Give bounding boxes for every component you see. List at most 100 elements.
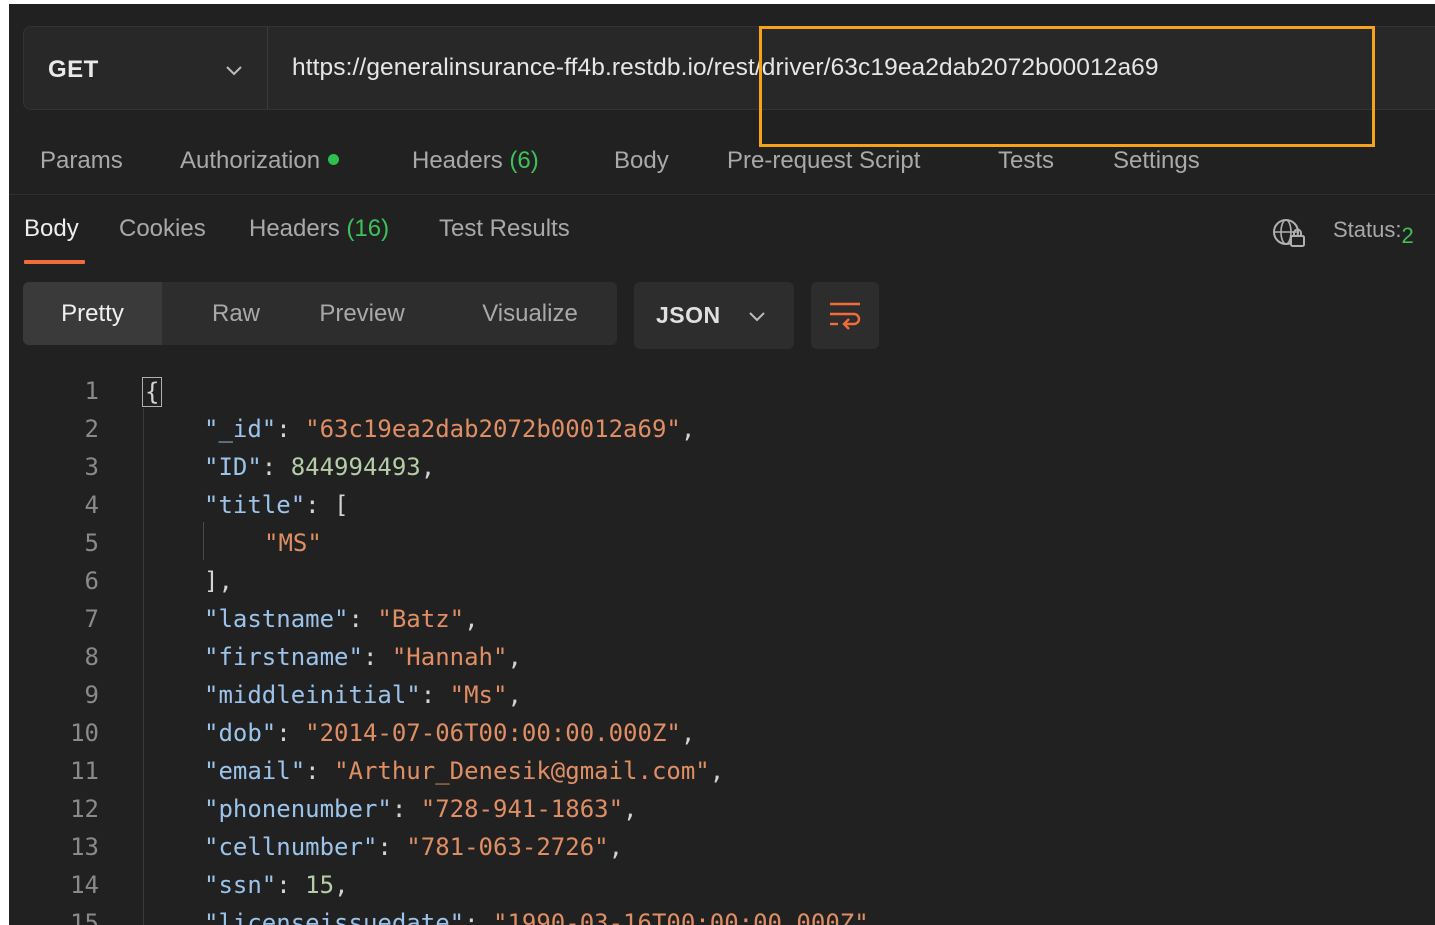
- json-string: "1990-03-16T00:00:00.000Z": [493, 909, 869, 925]
- code-line: 8 "firstname": "Hannah",: [9, 637, 1435, 675]
- json-key: "ID": [204, 453, 262, 481]
- format-label: JSON: [656, 302, 721, 328]
- json-key: "middleinitial": [204, 681, 421, 709]
- url-input[interactable]: https://generalinsurance-ff4b.restdb.io/…: [292, 54, 1159, 82]
- json-key: "licenseissuedate": [204, 909, 465, 925]
- view-pretty-button[interactable]: Pretty: [23, 282, 162, 345]
- url-bar: GET https://generalinsurance-ff4b.restdb…: [23, 26, 1435, 147]
- json-key: "phonenumber": [204, 795, 392, 823]
- tab-headers[interactable]: Headers (6): [412, 147, 539, 175]
- view-mode-switch: Pretty Raw Preview Visualize: [23, 282, 617, 345]
- json-string: "781-063-2726": [406, 833, 609, 861]
- code-line: 1 {: [9, 371, 1435, 409]
- response-tab-body[interactable]: Body: [24, 215, 79, 243]
- view-raw-button[interactable]: Raw: [181, 282, 291, 345]
- json-punc: ,: [334, 871, 349, 899]
- view-preview-button[interactable]: Preview: [302, 282, 422, 345]
- code-line: 6 ],: [9, 561, 1435, 599]
- code-text: "ssn": 15,: [204, 871, 349, 899]
- json-punc: ,: [709, 757, 725, 785]
- code-text: "email": "Arthur_Denesik@gmail.com",: [204, 757, 724, 785]
- tab-params[interactable]: Params: [40, 147, 123, 175]
- tab-settings[interactable]: Settings: [1113, 147, 1200, 175]
- json-sep: :: [276, 871, 306, 899]
- wrap-lines-button[interactable]: [811, 282, 879, 349]
- chevron-down-icon: [749, 312, 765, 322]
- tab-label: Authorization: [180, 147, 321, 174]
- json-punc: ,: [420, 453, 436, 481]
- postman-window: GET https://generalinsurance-ff4b.restdb…: [9, 4, 1435, 925]
- code-text: "MS": [264, 529, 322, 557]
- code-text: "phonenumber": "728-941-1863",: [204, 795, 638, 823]
- code-line: 14 "ssn": 15,: [9, 865, 1435, 903]
- json-punc: [: [334, 491, 349, 519]
- json-key: "_id": [204, 415, 277, 443]
- json-key: "firstname": [204, 643, 363, 671]
- response-tab-test-results[interactable]: Test Results: [439, 215, 570, 243]
- tab-label: Tests: [998, 147, 1055, 174]
- code-text: "_id": "63c19ea2dab2072b00012a69",: [204, 415, 695, 443]
- line-number: 5: [84, 529, 99, 557]
- json-string: "63c19ea2dab2072b00012a69": [305, 415, 681, 443]
- json-sep: :: [276, 415, 306, 443]
- method-label: GET: [48, 56, 99, 83]
- json-sep: :: [362, 643, 392, 671]
- line-number: 10: [70, 719, 99, 747]
- code-text: "middleinitial": "Ms",: [204, 681, 522, 709]
- tab-label: Cookies: [119, 215, 206, 242]
- code-line: 11 "email": "Arthur_Denesik@gmail.com",: [9, 751, 1435, 789]
- method-select[interactable]: GET: [24, 27, 268, 109]
- code-text: "title": [: [204, 491, 349, 519]
- line-number: 15: [70, 909, 99, 925]
- code-line: 2 "_id": "63c19ea2dab2072b00012a69",: [9, 409, 1435, 447]
- tab-label: Pre-request Script: [727, 147, 921, 174]
- response-tab-headers[interactable]: Headers (16): [249, 215, 389, 243]
- tab-label: Body: [24, 215, 79, 242]
- json-punc: ,: [680, 415, 696, 443]
- view-visualize-button[interactable]: Visualize: [470, 282, 590, 345]
- response-tabs: Body Cookies Headers (16) Test Results S…: [9, 198, 1435, 270]
- json-sep: :: [276, 719, 306, 747]
- code-text: "licenseissuedate": "1990-03-16T00:00:00…: [204, 909, 869, 925]
- json-sep: :: [305, 491, 335, 519]
- json-number: 844994493: [290, 453, 421, 481]
- json-punc: ,: [608, 833, 624, 861]
- wrap-lines-icon: [830, 302, 861, 330]
- tab-label: Headers: [249, 215, 347, 242]
- json-key: "ssn": [204, 871, 277, 899]
- json-key: "cellnumber": [204, 833, 378, 861]
- json-sep: :: [391, 795, 421, 823]
- code-line: 12 "phonenumber": "728-941-1863",: [9, 789, 1435, 827]
- json-string: "MS": [264, 529, 322, 557]
- json-sep: :: [348, 605, 378, 633]
- json-punc: ,: [680, 719, 696, 747]
- line-number: 13: [70, 833, 99, 861]
- tab-tests[interactable]: Tests: [998, 147, 1054, 175]
- response-body-editor[interactable]: 1 { 2 "_id": "63c19ea2dab2072b00012a69",…: [9, 366, 1435, 925]
- json-string: "2014-07-06T00:00:00.000Z": [305, 719, 681, 747]
- active-tab-underline: [24, 260, 85, 264]
- json-sep: :: [464, 909, 493, 925]
- line-number: 8: [84, 643, 99, 671]
- tab-label: Headers: [412, 147, 510, 174]
- globe-lock-icon[interactable]: [1271, 216, 1307, 250]
- json-string: "Arthur_Denesik@gmail.com": [334, 757, 710, 785]
- json-string: "Batz": [377, 605, 465, 633]
- tab-count: (16): [346, 215, 390, 242]
- tab-pre-request-script[interactable]: Pre-request Script: [727, 147, 920, 175]
- response-tab-cookies[interactable]: Cookies: [119, 215, 206, 243]
- format-select[interactable]: JSON: [634, 282, 794, 349]
- json-punc: ,: [464, 605, 479, 633]
- code-text: ],: [204, 567, 233, 595]
- code-line: 10 "dob": "2014-07-06T00:00:00.000Z",: [9, 713, 1435, 751]
- tab-authorization[interactable]: Authorization: [180, 147, 340, 175]
- tab-body[interactable]: Body: [614, 147, 669, 175]
- code-line: 4 "title": [: [9, 485, 1435, 523]
- line-number: 7: [84, 605, 99, 633]
- json-key: "title": [204, 491, 306, 519]
- code-line: 9 "middleinitial": "Ms",: [9, 675, 1435, 713]
- line-number: 3: [84, 453, 99, 481]
- code-line: 5 "MS": [9, 523, 1435, 561]
- tab-label: Params: [40, 147, 123, 174]
- json-sep: :: [377, 833, 407, 861]
